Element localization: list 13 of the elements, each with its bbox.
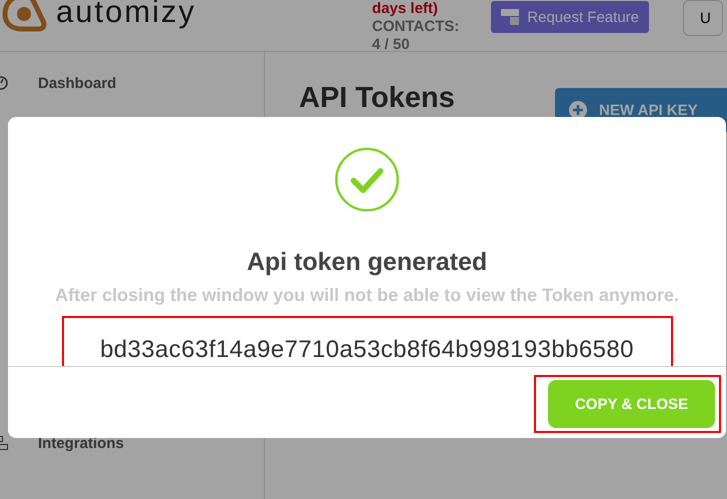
token-field[interactable]: bd33ac63f14a9e7710a53cb8f64b998193bb6580: [62, 316, 672, 366]
request-feature-button[interactable]: Request Feature: [491, 1, 649, 33]
sidebar-item[interactable]: Dashboard: [0, 72, 264, 94]
page-title: API Tokens: [299, 82, 455, 115]
dialog-title: Api token generated: [246, 248, 488, 278]
user-button[interactable]: U: [683, 0, 723, 36]
contacts-count: 4 / 50: [372, 36, 411, 51]
check-icon: [333, 147, 401, 212]
sidebar-item[interactable]: Integrations: [0, 432, 264, 454]
blocks-icon: [501, 9, 520, 25]
logo-icon: [2, 0, 48, 32]
contacts-label: CONTACTS:: [372, 18, 460, 36]
trial-text: days left): [372, 0, 439, 18]
